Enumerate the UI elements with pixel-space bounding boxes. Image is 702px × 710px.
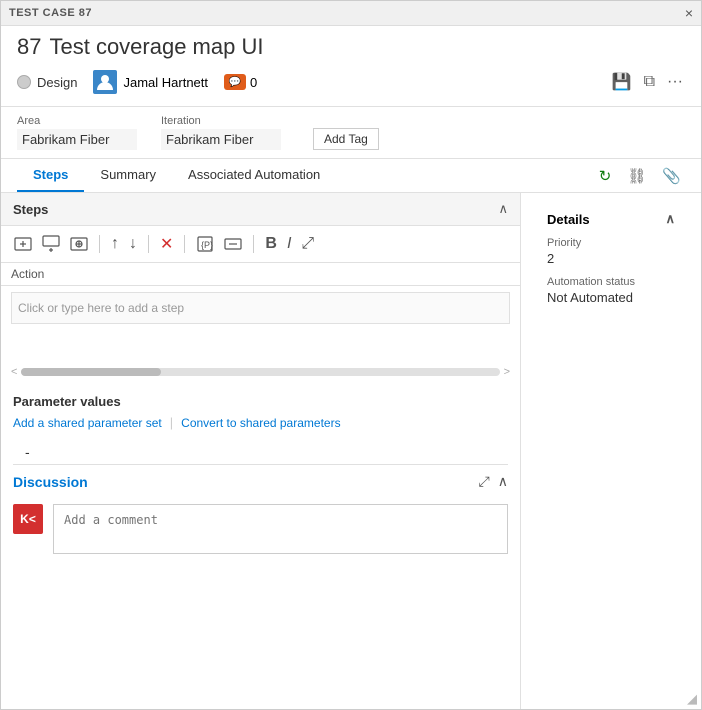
close-button[interactable]: × [685,5,693,21]
param-title: Parameter values [13,394,508,409]
main-window: TEST CASE 87 × 87 Test coverage map UI D… [0,0,702,710]
comment-avatar-text: K< [20,512,36,526]
scroll-left-arrow[interactable]: < [11,366,17,378]
user-name: Jamal Hartnett [123,75,208,90]
convert-shared-params-link[interactable]: Convert to shared parameters [181,416,340,430]
insert-shared-step-button[interactable] [67,233,91,255]
tab-icons: ↻ ⛓ 📎 [595,165,685,187]
iteration-label: Iteration [161,115,281,127]
spacer-minus: - [1,440,520,464]
comment-row: K< [13,504,508,554]
comment-count: 0 [250,75,257,90]
area-field: Area Fabrikam Fiber [17,115,137,150]
insert-param-button[interactable]: {P} [193,233,217,255]
tabs-row: Steps Summary Associated Automation ↻ ⛓ … [1,159,701,193]
toolbar-separator-2 [148,235,149,253]
discussion-title: Discussion [13,474,88,490]
comment-user-avatar: K< [13,504,43,534]
toolbar-separator-4 [253,235,254,253]
tab-associated-automation[interactable]: Associated Automation [172,159,336,192]
scrollbar-thumb [21,368,161,376]
scroll-right-arrow[interactable]: > [504,366,510,378]
steps-table: Action Click or type here to add a step [1,263,520,330]
toolbar-actions: 💾 ⧉ ··· [610,70,685,94]
side-panel: Details ∧ Priority 2 Automation status N… [521,193,701,709]
comment-icon-symbol: 💬 [229,77,241,88]
work-item-toolbar: Design Jamal Hartnett 💬 0 💾 ⧉ [17,70,685,102]
priority-label: Priority [547,237,675,249]
steps-collapse-button[interactable]: ∧ [498,201,508,217]
toolbar-separator-1 [99,235,100,253]
horizontal-scrollbar[interactable] [21,368,499,376]
more-button[interactable]: ··· [665,71,685,93]
main-panel: Steps ∧ [1,193,521,709]
user-info[interactable]: Jamal Hartnett [93,70,208,94]
iteration-field: Iteration Fabrikam Fiber [161,115,281,150]
steps-spacer [1,330,520,360]
priority-value: 2 [547,251,675,266]
comment-icon-group[interactable]: 💬 0 [224,74,257,90]
italic-button[interactable]: I [284,233,294,255]
title-bar-label: TEST CASE 87 [9,7,92,19]
tab-steps[interactable]: Steps [17,159,84,192]
details-collapse-icon[interactable]: ∧ [665,211,675,227]
param-links: Add a shared parameter set | Convert to … [13,415,508,430]
steps-toolbar: ↑ ↓ ✕ {P} B [1,226,520,263]
discussion-section: Discussion ⤢ ∧ K< [1,464,520,554]
collapse-link[interactable]: - [13,444,508,460]
insert-step-button[interactable] [11,233,35,255]
area-value[interactable]: Fabrikam Fiber [17,129,137,150]
bold-button[interactable]: B [262,233,280,255]
fullscreen-step-button[interactable]: ⤢ [298,233,317,255]
param-separator: | [170,415,173,430]
resize-handle[interactable]: ◢ [687,691,697,707]
meta-row: Area Fabrikam Fiber Iteration Fabrikam F… [1,107,701,159]
attach-icon[interactable]: 📎 [658,165,685,187]
work-item-header: 87 Test coverage map UI Design Jamal Har… [1,26,701,107]
save-button[interactable]: 💾 [610,70,634,94]
status-label: Design [37,75,77,90]
move-up-button[interactable]: ↑ [108,233,122,255]
toolbar-separator-3 [184,235,185,253]
steps-section-title: Steps [13,202,48,217]
title-bar: TEST CASE 87 × [1,1,701,26]
copy-button[interactable]: ⧉ [642,71,657,93]
add-shared-param-link[interactable]: Add a shared parameter set [13,416,162,430]
add-tag-button[interactable]: Add Tag [313,128,379,150]
discussion-collapse-icon[interactable]: ∧ [498,473,508,490]
area-label: Area [17,115,137,127]
discussion-header-icons: ⤢ ∧ [479,473,508,490]
details-title: Details ∧ [547,211,675,227]
link-icon[interactable]: ⛓ [623,165,650,187]
work-item-number: 87 [17,34,41,60]
work-item-name: Test coverage map UI [49,34,263,60]
tab-summary[interactable]: Summary [84,159,172,192]
automation-status-value: Not Automated [547,290,675,305]
insert-param2-button[interactable] [221,233,245,255]
avatar [93,70,117,94]
refresh-icon[interactable]: ↻ [595,165,616,187]
add-step-row[interactable]: Click or type here to add a step [1,286,520,330]
steps-section-header: Steps ∧ [1,193,520,226]
delete-step-button[interactable]: ✕ [157,232,176,256]
comment-input[interactable] [53,504,508,554]
action-column-header: Action [11,267,510,281]
add-step-input[interactable]: Click or type here to add a step [11,292,510,324]
insert-step-below-button[interactable] [39,233,63,255]
discussion-header: Discussion ⤢ ∧ [13,464,508,498]
status-dot [17,75,31,89]
scrollbar-area: < > [1,360,520,384]
comment-bubble: 💬 [224,74,246,90]
steps-table-header: Action [1,263,520,286]
content-area: Steps ∧ [1,193,701,709]
automation-status-label: Automation status [547,276,675,288]
discussion-expand-icon[interactable]: ⤢ [479,473,490,490]
move-down-button[interactable]: ↓ [126,233,140,255]
svg-text:{P}: {P} [201,240,213,250]
param-section: Parameter values Add a shared parameter … [1,384,520,440]
details-section: Details ∧ Priority 2 Automation status N… [535,203,687,313]
work-item-title-row: 87 Test coverage map UI [17,34,685,60]
status-badge[interactable]: Design [17,75,77,90]
iteration-value[interactable]: Fabrikam Fiber [161,129,281,150]
